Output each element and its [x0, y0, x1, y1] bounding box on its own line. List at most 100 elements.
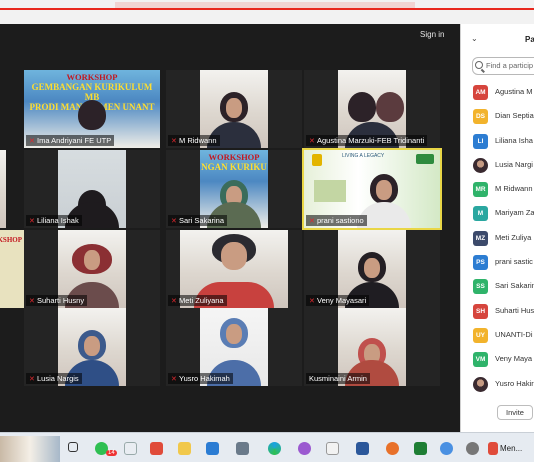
- video-tile-prani-sastiono[interactable]: LIVING A LEGACY ✕ prani sastiono: [302, 148, 442, 230]
- video-tile-veny-mayasari[interactable]: ✕ Veny Mayasari: [304, 230, 440, 308]
- edge-banner-text: WORKSHOP: [0, 236, 22, 244]
- participant-row[interactable]: M Mariyam Za: [461, 203, 534, 227]
- participant-avatar: [473, 376, 488, 392]
- muted-mic-icon: ✕: [309, 138, 315, 145]
- participant-row[interactable]: Yusro Hakir: [461, 374, 534, 398]
- video-tile-lusia-nargis[interactable]: ✕ Lusia Nargis: [24, 308, 160, 386]
- workshop-banner: WORKSHOP NGAN KURIKU: [200, 152, 268, 172]
- building-image: [314, 180, 346, 202]
- participant-name-label: Kusminaini Armin: [306, 373, 370, 384]
- participant-silhouette: [78, 100, 106, 130]
- photos-icon[interactable]: [326, 442, 339, 455]
- word-icon[interactable]: [356, 442, 369, 455]
- edge-browser-icon[interactable]: [268, 442, 281, 455]
- participant-avatar: MR: [473, 182, 488, 198]
- participant-row[interactable]: Lusia Nargi: [461, 155, 534, 179]
- participant-row[interactable]: MZ Meti Zuliya: [461, 228, 534, 252]
- muted-mic-icon: ✕: [29, 376, 35, 383]
- desktop-thumbnail[interactable]: [0, 436, 60, 462]
- participant-avatar: PS: [473, 255, 488, 271]
- task-view-icon[interactable]: [68, 442, 78, 452]
- participant-row[interactable]: DS Dian Septia: [461, 106, 534, 130]
- video-tile-edge[interactable]: [0, 150, 6, 228]
- participant-name: Agustina Marzuki-FEB Tridinanti: [317, 136, 425, 145]
- participant-list-name: Liliana Isha: [495, 135, 533, 145]
- participant-face: [364, 258, 380, 278]
- participant-avatar: LI: [473, 133, 488, 149]
- collapse-chevron-icon[interactable]: ⌄: [471, 34, 478, 43]
- zoom-meeting-window: Sign in WORKSHOP WORKSHOP GEMBANGAN KURI…: [0, 0, 534, 462]
- participant-name-label: ✕ Liliana Ishak: [26, 215, 82, 226]
- participant-avatar: SH: [473, 303, 488, 319]
- file-explorer-icon[interactable]: [178, 442, 191, 455]
- muted-mic-icon: ✕: [171, 218, 177, 225]
- meeting-app-label[interactable]: Men...: [500, 444, 522, 453]
- participant-name-label: ✕ Sari Sakarina: [168, 215, 228, 226]
- calculator-icon[interactable]: [124, 442, 137, 455]
- video-tile-suharti-husny[interactable]: ✕ Suharti Husny: [24, 230, 160, 308]
- muted-mic-icon: ✕: [309, 298, 315, 305]
- video-tile-meti-zuliyana[interactable]: ✕ Meti Zuliyana: [166, 230, 302, 308]
- participant-face: [84, 250, 100, 270]
- participant-avatar: UY: [473, 327, 488, 343]
- participant-list-name: UNANTI-Di: [495, 329, 533, 339]
- muted-mic-icon: ✕: [171, 376, 177, 383]
- participant-row[interactable]: SS Sari Sakarin: [461, 276, 534, 300]
- muted-mic-icon: ✕: [171, 138, 177, 145]
- participant-name: Ima Andriyani FE UTP: [37, 136, 112, 145]
- participant-avatar: MZ: [473, 230, 488, 246]
- mail-icon[interactable]: [206, 442, 219, 455]
- participant-name-label: ✕ prani sastiono: [306, 215, 367, 226]
- participant-list: AM Agustina M DS Dian Septia LI Liliana Isha L…: [461, 82, 534, 398]
- participant-list-name: Agustina M: [495, 87, 533, 96]
- participant-list-name: Meti Zuliya: [495, 232, 532, 242]
- participant-list-name: M Ridwann: [495, 184, 533, 194]
- banner-line-2: NGAN KURIKU: [201, 162, 267, 172]
- participant-name-label: ✕ Agustina Marzuki-FEB Tridinanti: [306, 135, 428, 146]
- notification-badge: 14: [106, 450, 117, 456]
- video-tile-edge-workshop[interactable]: WORKSHOP: [0, 230, 24, 308]
- video-tile-liliana-ishak[interactable]: ✕ Liliana Ishak: [24, 150, 160, 228]
- copilot-icon[interactable]: [298, 442, 311, 455]
- sign-in-link[interactable]: Sign in: [420, 30, 444, 39]
- participant-list-name: Mariyam Za: [495, 208, 534, 218]
- participant-row[interactable]: MR M Ridwann: [461, 179, 534, 203]
- participant-name-label: ✕ Lusia Nargis: [26, 373, 82, 384]
- participant-name: prani sastiono: [317, 216, 364, 225]
- participant-name: Veny Mayasari: [317, 296, 367, 305]
- participant-list-name: Yusro Hakir: [495, 378, 534, 388]
- participant-list-name: Suharti Hus: [495, 305, 534, 315]
- participant-name-label: ✕ Suharti Husny: [26, 295, 88, 306]
- participant-list-name: Sari Sakarin: [495, 281, 534, 291]
- participant-avatar: M: [473, 206, 488, 222]
- video-tile-agustina-marzuki[interactable]: ✕ Agustina Marzuki-FEB Tridinanti: [304, 70, 440, 148]
- participant-silhouette-2: [376, 92, 404, 122]
- muted-mic-icon: ✕: [29, 298, 35, 305]
- video-tile-kusminaini-armin[interactable]: Kusminaini Armin: [304, 308, 440, 386]
- red-divider: [0, 8, 534, 10]
- search-icon: [475, 61, 483, 69]
- participant-row[interactable]: AM Agustina M: [461, 82, 534, 106]
- participant-row[interactable]: UY UNANTI-Di: [461, 325, 534, 349]
- invite-button[interactable]: Invite: [497, 405, 533, 420]
- video-tile-sari-sakarina[interactable]: WORKSHOP NGAN KURIKU ✕ Sari Sakarina: [166, 150, 302, 228]
- excel-icon[interactable]: [414, 442, 427, 455]
- video-tile-m-ridwann[interactable]: ✕ M Ridwann: [166, 70, 302, 148]
- participant-name-label: ✕ Ima Andriyani FE UTP: [26, 135, 115, 146]
- meeting-app-icon[interactable]: [488, 442, 498, 455]
- participant-row[interactable]: VM Veny Maya: [461, 349, 534, 373]
- zoom-icon[interactable]: [440, 442, 453, 455]
- settings-icon[interactable]: [466, 442, 479, 455]
- participant-row[interactable]: LI Liliana Isha: [461, 131, 534, 155]
- participant-name: Lusia Nargis: [37, 374, 79, 383]
- firefox-icon[interactable]: [386, 442, 399, 455]
- video-tile-yusro-hakimah[interactable]: ✕ Yusro Hakimah: [166, 308, 302, 386]
- participant-face: [376, 180, 392, 200]
- participant-name: Kusminaini Armin: [309, 374, 367, 383]
- participant-row[interactable]: SH Suharti Hus: [461, 301, 534, 325]
- app-grid-icon[interactable]: [236, 442, 249, 455]
- legacy-banner: LIVING A LEGACY: [342, 153, 385, 159]
- video-tile-ima-andriyani[interactable]: WORKSHOP GEMBANGAN KURIKULUM MB PRODI MA…: [24, 70, 160, 148]
- participant-row[interactable]: PS prani sastic: [461, 252, 534, 276]
- gift-icon[interactable]: [150, 442, 163, 455]
